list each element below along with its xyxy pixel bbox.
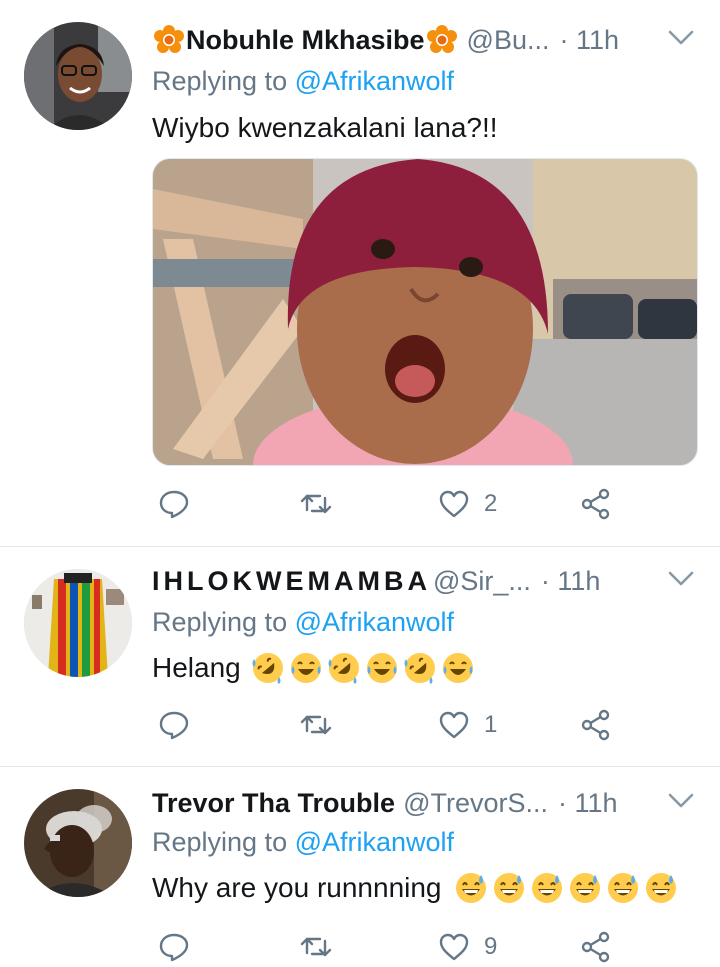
user-handle[interactable]: @Sir_...	[433, 566, 531, 597]
tweet-text: Why are you runnnning	[152, 871, 678, 905]
tweet-actions: 2	[152, 484, 632, 524]
avatar[interactable]	[24, 22, 132, 130]
tears-of-joy-emoji	[365, 651, 399, 685]
grinning-sweat-emoji	[568, 871, 602, 905]
avatar[interactable]	[24, 569, 132, 677]
display-name[interactable]: IHLOKWEMAMBA	[152, 566, 431, 597]
reply-icon	[158, 488, 190, 520]
retweet-icon	[300, 488, 332, 520]
grinning-sweat-emoji	[644, 871, 678, 905]
avatar[interactable]	[24, 789, 132, 897]
reply-button[interactable]	[158, 927, 190, 967]
tweet-body: Why are you runnnning	[152, 872, 442, 903]
like-button[interactable]: 2	[438, 484, 497, 524]
tweet-body: Wiybo kwenzakalani lana?!!	[152, 112, 498, 143]
like-count: 2	[484, 490, 498, 517]
retweet-icon	[300, 709, 332, 741]
tears-of-joy-emoji	[441, 651, 475, 685]
replying-to: Replying to @Afrikanwolf	[152, 66, 454, 97]
reply-icon	[158, 709, 190, 741]
grinning-sweat-emoji	[606, 871, 640, 905]
flower-icon	[427, 25, 457, 55]
mention-link[interactable]: @Afrikanwolf	[295, 607, 454, 637]
grinning-sweat-emoji	[454, 871, 488, 905]
tweet-actions: 9	[152, 927, 632, 967]
share-icon	[580, 488, 612, 520]
reply-button[interactable]	[158, 484, 190, 524]
mention-link[interactable]: @Afrikanwolf	[295, 66, 454, 96]
like-count: 9	[484, 933, 498, 960]
tweet-header: Nobuhle Mkhasibe @Bu... · 11h	[152, 22, 700, 58]
retweet-button[interactable]	[300, 927, 332, 967]
tweet-text: Helang	[152, 651, 475, 685]
retweet-icon	[300, 931, 332, 963]
share-icon	[580, 709, 612, 741]
heart-icon	[438, 709, 470, 741]
replying-to: Replying to @Afrikanwolf	[152, 827, 454, 858]
mention-link[interactable]: @Afrikanwolf	[295, 827, 454, 857]
rolling-laughing-emoji	[251, 651, 285, 685]
reply-button[interactable]	[158, 705, 190, 745]
share-button[interactable]	[580, 484, 612, 524]
display-name[interactable]: Trevor Tha Trouble	[152, 788, 395, 819]
tweet-text: Wiybo kwenzakalani lana?!!	[152, 112, 498, 144]
replying-prefix: Replying to	[152, 607, 295, 637]
chevron-down-icon[interactable]	[666, 789, 696, 813]
heart-icon	[438, 488, 470, 520]
user-handle[interactable]: @Bu...	[467, 25, 550, 56]
share-icon	[580, 931, 612, 963]
tweet[interactable]: IHLOKWEMAMBA @Sir_... · 11h Replying to …	[0, 547, 720, 766]
grinning-sweat-emoji	[492, 871, 526, 905]
retweet-button[interactable]	[300, 484, 332, 524]
display-name[interactable]: Nobuhle Mkhasibe	[186, 25, 425, 56]
timestamp[interactable]: · 11h	[559, 25, 619, 56]
retweet-button[interactable]	[300, 705, 332, 745]
tweet[interactable]: Trevor Tha Trouble @TrevorS... · 11h Rep…	[0, 767, 720, 955]
like-count: 1	[484, 711, 498, 738]
rolling-laughing-emoji	[327, 651, 361, 685]
grinning-sweat-emoji	[530, 871, 564, 905]
tweet-header: IHLOKWEMAMBA @Sir_... · 11h	[152, 563, 700, 599]
flower-icon	[154, 25, 184, 55]
tweet-actions: 1	[152, 705, 632, 745]
rolling-laughing-emoji	[403, 651, 437, 685]
heart-icon	[438, 931, 470, 963]
share-button[interactable]	[580, 927, 612, 967]
user-handle[interactable]: @TrevorS...	[403, 788, 548, 819]
timestamp[interactable]: · 11h	[541, 566, 601, 597]
like-button[interactable]: 1	[438, 705, 497, 745]
replying-to: Replying to @Afrikanwolf	[152, 607, 454, 638]
timestamp[interactable]: · 11h	[558, 788, 618, 819]
tweet-header: Trevor Tha Trouble @TrevorS... · 11h	[152, 785, 700, 821]
reply-icon	[158, 931, 190, 963]
replying-prefix: Replying to	[152, 827, 295, 857]
chevron-down-icon[interactable]	[666, 567, 696, 591]
tweet-image[interactable]	[152, 158, 698, 466]
tweet-body: Helang	[152, 652, 241, 683]
replying-prefix: Replying to	[152, 66, 295, 96]
tweet[interactable]: Nobuhle Mkhasibe @Bu... · 11h Replying t…	[0, 0, 720, 546]
chevron-down-icon[interactable]	[666, 26, 696, 50]
share-button[interactable]	[580, 705, 612, 745]
like-button[interactable]: 9	[438, 927, 497, 967]
tears-of-joy-emoji	[289, 651, 323, 685]
